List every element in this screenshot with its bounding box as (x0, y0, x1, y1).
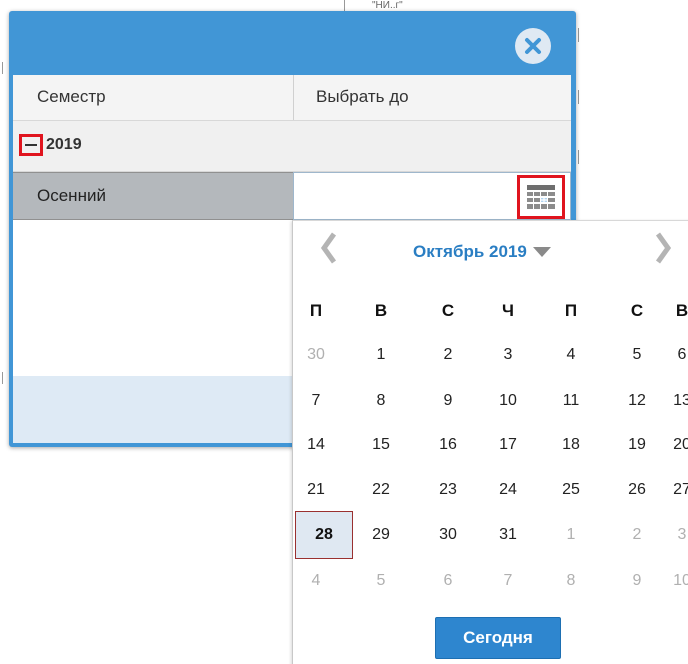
group-row: 2019 (13, 121, 571, 172)
grid-header: Семестр Выбрать до (13, 75, 571, 121)
month-year-selector[interactable]: Октябрь 2019 (413, 240, 551, 264)
date-input[interactable] (298, 181, 512, 213)
background-text: "НИ..г" (372, 0, 403, 11)
background-divider (578, 28, 579, 42)
day-cell[interactable]: 11 (551, 382, 591, 420)
day-cell[interactable]: 6 (428, 562, 468, 600)
weekday-label: В (675, 301, 688, 320)
day-cell[interactable]: 2 (617, 516, 657, 554)
day-cell[interactable]: 6 (662, 336, 688, 374)
day-cell[interactable]: 24 (488, 471, 528, 509)
close-button[interactable] (515, 28, 551, 64)
weekday-label: С (441, 301, 455, 320)
day-cell[interactable]: 4 (551, 336, 591, 374)
day-cell[interactable]: 27 (662, 471, 688, 509)
close-icon (525, 38, 541, 54)
day-cell[interactable]: 3 (662, 516, 688, 554)
day-cell[interactable]: 22 (361, 471, 401, 509)
day-cell[interactable]: 31 (488, 516, 528, 554)
table-row[interactable]: Осенний (13, 172, 571, 220)
day-cell[interactable]: 13 (662, 382, 688, 420)
day-cell[interactable]: 10 (662, 562, 688, 600)
column-divider (293, 75, 294, 120)
day-cell[interactable]: 1 (551, 516, 591, 554)
weekday-label: П (564, 301, 578, 320)
minus-icon (25, 144, 37, 146)
day-cell[interactable]: 17 (488, 426, 528, 464)
calendar-icon (527, 185, 555, 209)
semester-cell[interactable]: Осенний (13, 172, 293, 220)
day-cell[interactable]: 9 (428, 382, 468, 420)
date-cell[interactable] (293, 172, 571, 220)
day-cell[interactable]: 25 (551, 471, 591, 509)
weekday-label: Ч (502, 301, 514, 320)
background-divider (578, 90, 579, 104)
day-cell[interactable]: 5 (617, 336, 657, 374)
day-cell[interactable]: 9 (617, 562, 657, 600)
day-cell[interactable]: 7 (488, 562, 528, 600)
day-cell[interactable]: 30 (296, 336, 336, 374)
day-cell[interactable]: 23 (428, 471, 468, 509)
background-divider (2, 62, 3, 74)
day-cell[interactable]: 1 (361, 336, 401, 374)
day-cell[interactable]: 26 (617, 471, 657, 509)
background-divider (2, 372, 3, 384)
weekday-label: В (374, 301, 388, 320)
day-cell[interactable]: 12 (617, 382, 657, 420)
column-header-select-until[interactable]: Выбрать до (316, 87, 409, 107)
month-year-label: Октябрь 2019 (413, 242, 527, 261)
day-cell[interactable]: 4 (296, 562, 336, 600)
day-cell[interactable]: 29 (361, 516, 401, 554)
prev-month-button[interactable] (309, 221, 349, 275)
collapse-toggle[interactable] (19, 134, 43, 156)
day-cell[interactable]: 19 (617, 426, 657, 464)
day-cell[interactable]: 15 (361, 426, 401, 464)
day-cell[interactable]: 10 (488, 382, 528, 420)
day-cell[interactable]: 2 (428, 336, 468, 374)
chevron-left-icon (320, 232, 337, 264)
today-button[interactable]: Сегодня (435, 617, 561, 659)
day-cell[interactable]: 18 (551, 426, 591, 464)
column-header-semester[interactable]: Семестр (37, 87, 106, 107)
chevron-right-icon (655, 232, 672, 264)
date-picker-popup: Октябрь 2019 ПВСЧПСВ 30 1 2 3 4 5 6 7 8 9 10 11 12 13… (292, 220, 688, 664)
day-cell[interactable]: 5 (361, 562, 401, 600)
day-cell[interactable]: 30 (428, 516, 468, 554)
screen: "НИ..г" Семестр Выбрать до 2019 Осенний … (0, 0, 688, 664)
day-cell[interactable]: 3 (488, 336, 528, 374)
weekday-label: С (630, 301, 644, 320)
semester-name: Осенний (37, 186, 106, 205)
day-cell[interactable]: 14 (296, 426, 336, 464)
day-cell[interactable]: 21 (296, 471, 336, 509)
day-cell-today[interactable]: 28 (295, 511, 353, 559)
calendar-button[interactable] (517, 175, 565, 219)
day-cell[interactable]: 16 (428, 426, 468, 464)
day-cell[interactable]: 20 (662, 426, 688, 464)
next-month-button[interactable] (643, 221, 683, 275)
background-divider (578, 150, 579, 164)
caret-down-icon (532, 247, 551, 257)
dialog-titlebar (9, 11, 576, 75)
weekday-label: П (309, 301, 323, 320)
group-label: 2019 (46, 136, 82, 153)
day-cell[interactable]: 7 (296, 382, 336, 420)
day-cell[interactable]: 8 (551, 562, 591, 600)
day-cell[interactable]: 8 (361, 382, 401, 420)
